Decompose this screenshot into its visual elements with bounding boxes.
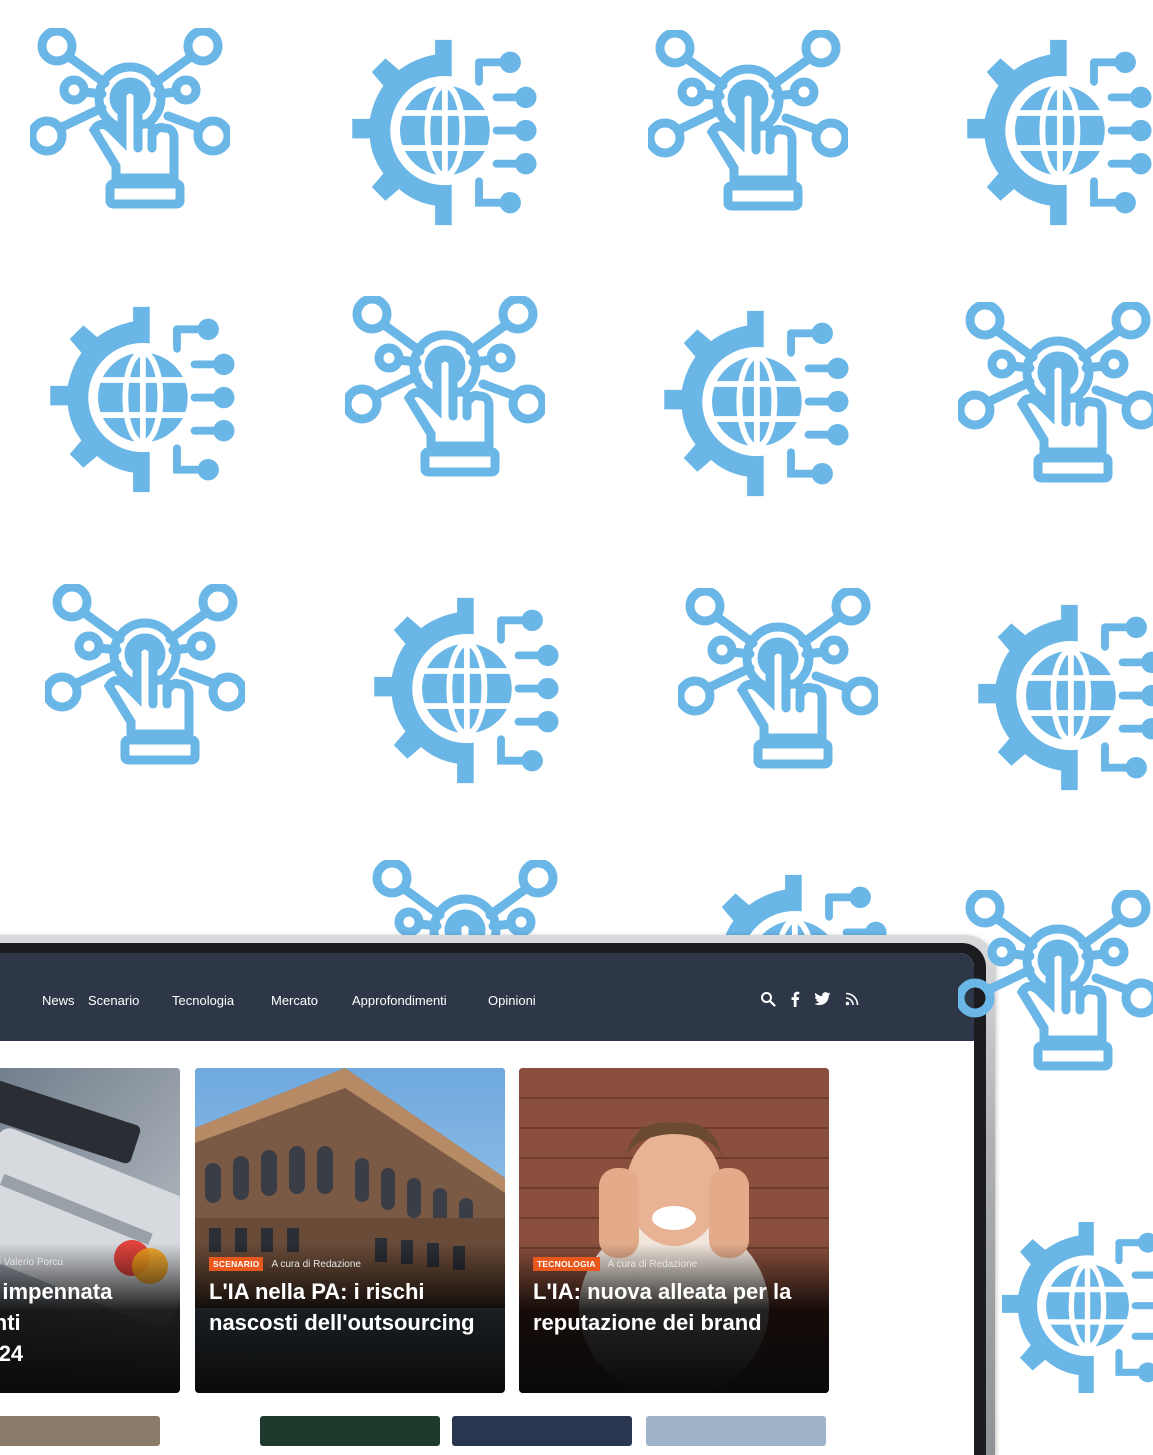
network-touch-icon [958,890,1153,1090]
gear-globe-icon [38,302,238,497]
laptop-screen: News Scenario Tecnologia Mercato Approfo… [0,953,974,1455]
card-headline[interactable]: CT: impennata menti i 2024 [0,1276,180,1369]
network-touch-icon [678,588,878,788]
gear-globe-icon [652,306,852,501]
rss-icon[interactable] [845,992,859,1006]
nav-item-news[interactable]: News [42,993,75,1008]
thumbnail[interactable] [0,1416,160,1446]
social-icons [760,991,859,1007]
facebook-icon[interactable] [790,991,800,1007]
network-touch-icon [30,28,230,228]
article-card[interactable]: SCENARIO A cura di Redazione L'IA nella P… [195,1068,505,1393]
network-touch-icon [45,584,245,784]
nav-item-opinioni[interactable]: Opinioni [488,993,536,1008]
thumbnail[interactable] [260,1416,440,1446]
category-badge[interactable]: TECNOLOGIA [533,1257,600,1271]
laptop-frame: News Scenario Tecnologia Mercato Approfo… [0,935,995,1455]
card-meta: SCENARIO A cura di Redazione [209,1257,361,1271]
network-touch-icon [648,30,848,230]
gear-globe-icon [966,600,1153,795]
card-author: A cura di Redazione [271,1259,361,1270]
nav-item-mercato[interactable]: Mercato [271,993,318,1008]
nav-item-scenario[interactable]: Scenario [88,993,139,1008]
site-navbar: News Scenario Tecnologia Mercato Approfo… [0,953,974,1041]
card-author: A cura di Redazione [607,1259,698,1270]
network-touch-icon [958,302,1153,502]
article-card[interactable]: A cura di Valerio Porcu CT: impennata me… [0,1068,180,1393]
card-meta: TECNOLOGIA A cura di Redazione [533,1257,697,1271]
card-author: A cura di Valerio Porcu [0,1257,63,1268]
gear-globe-icon [993,1215,1153,1400]
twitter-icon[interactable] [814,992,831,1006]
card-headline[interactable]: L'IA: nuova alleata per la reputazione d… [533,1276,823,1338]
nav-item-tecnologia[interactable]: Tecnologia [172,993,234,1008]
article-card[interactable]: TECNOLOGIA A cura di Redazione L'IA: nuov… [519,1068,829,1393]
card-meta: A cura di Valerio Porcu [0,1257,63,1268]
gear-globe-icon [340,35,540,230]
nav-item-approfondimenti[interactable]: Approfondimenti [352,993,447,1008]
laptop-bezel: News Scenario Tecnologia Mercato Approfo… [0,943,986,1455]
thumbnail[interactable] [646,1416,826,1446]
category-badge[interactable]: SCENARIO [209,1257,264,1271]
thumbnail[interactable] [452,1416,632,1446]
card-headline[interactable]: L'IA nella PA: i rischi nascosti dell'ou… [209,1276,499,1338]
gear-globe-icon [955,35,1153,230]
gear-globe-icon [362,593,562,788]
network-touch-icon [345,296,545,496]
search-icon[interactable] [760,991,776,1007]
